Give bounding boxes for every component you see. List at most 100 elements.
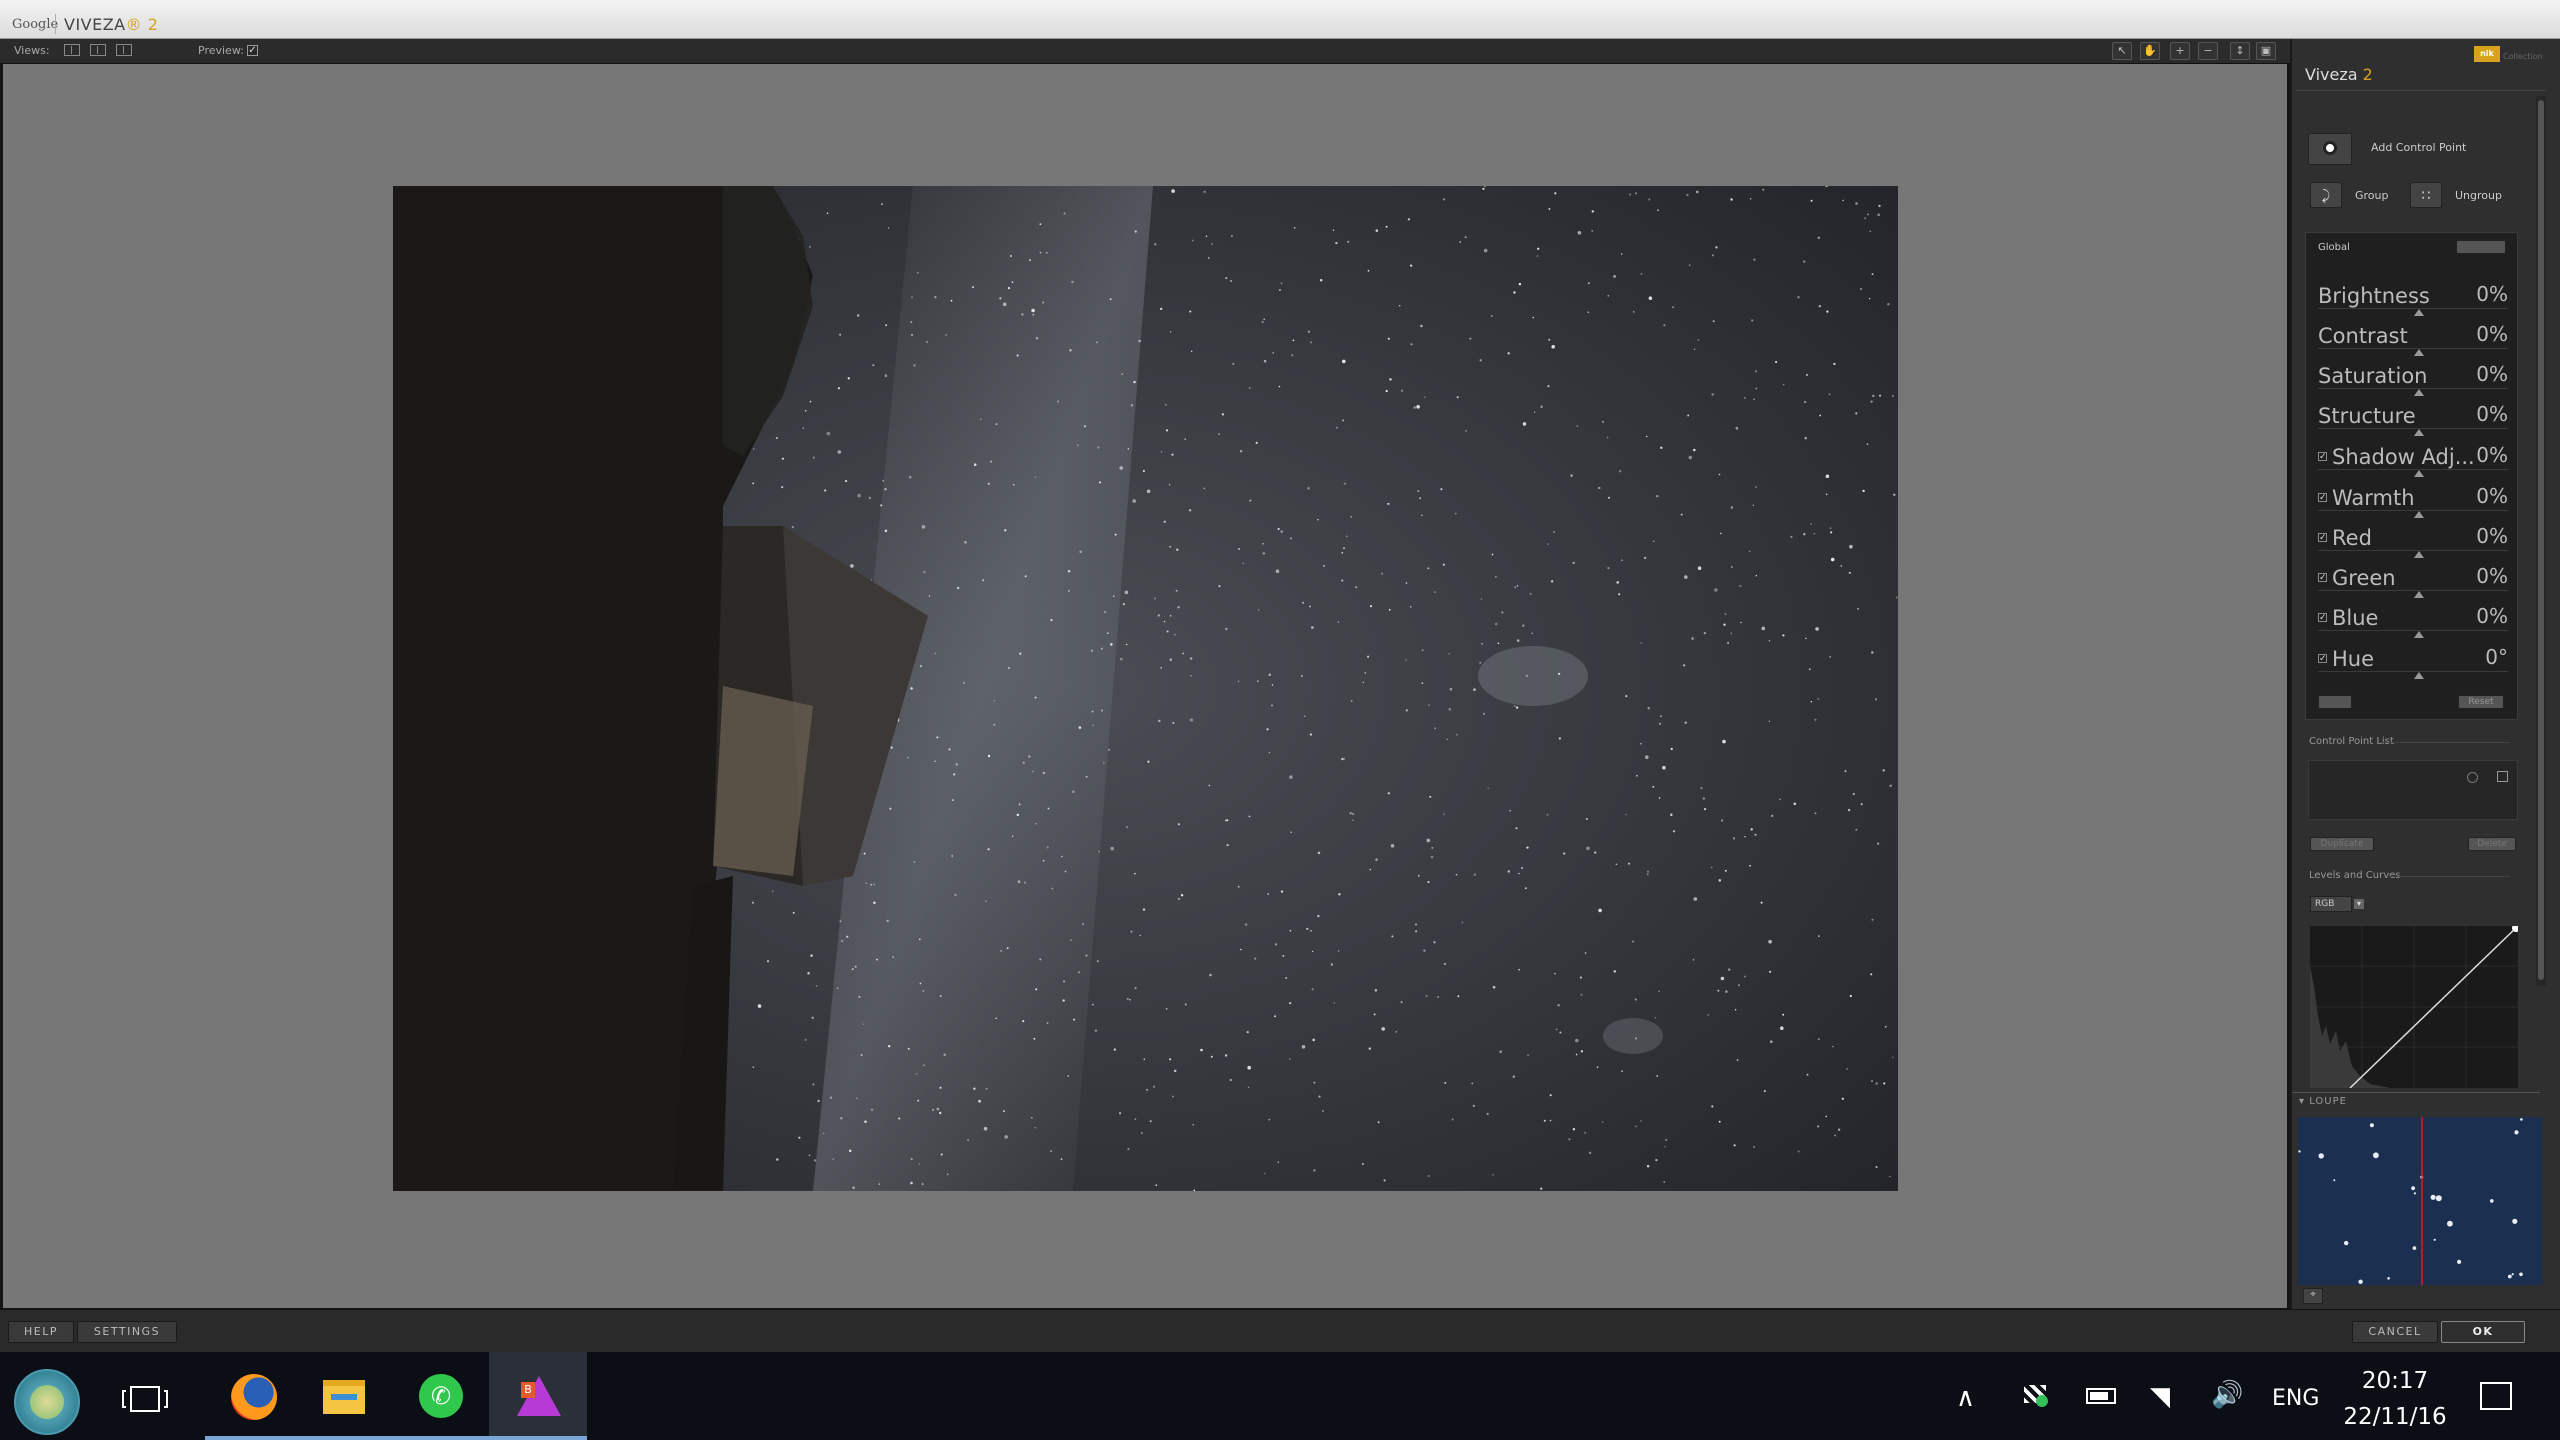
- preview-checkbox[interactable]: ✓: [247, 45, 258, 56]
- firefox-taskbar-button[interactable]: [205, 1352, 303, 1440]
- pointer-tool-icon[interactable]: ↖: [2112, 42, 2132, 60]
- adjustment-enable-checkbox[interactable]: ✓: [2318, 654, 2327, 664]
- delete-button[interactable]: Delete: [2468, 837, 2516, 851]
- volume-icon[interactable]: 🔊: [2211, 1380, 2243, 1410]
- zoom-out-icon[interactable]: −: [2198, 42, 2218, 60]
- show-details-button[interactable]: [2318, 695, 2352, 709]
- chevron-down-icon[interactable]: ▾: [2354, 899, 2364, 909]
- battery-icon[interactable]: [2086, 1388, 2116, 1404]
- adjustment-slider[interactable]: ✓ Blue 0%: [2318, 604, 2508, 644]
- action-center-icon[interactable]: [2480, 1382, 2512, 1410]
- slider-thumb[interactable]: [2414, 349, 2424, 356]
- show-hidden-icons-icon[interactable]: ∧: [1956, 1383, 1975, 1413]
- star: [1714, 588, 1718, 592]
- add-control-point-label[interactable]: Add Control Point: [2371, 141, 2466, 154]
- adjustment-enable-checkbox[interactable]: ✓: [2318, 493, 2327, 503]
- control-point-list-area[interactable]: [2308, 760, 2518, 820]
- slider-track[interactable]: [2318, 671, 2508, 672]
- loupe-view[interactable]: [2298, 1117, 2542, 1285]
- slider-track[interactable]: [2318, 630, 2508, 631]
- slider-thumb[interactable]: [2414, 511, 2424, 518]
- duplicate-button[interactable]: Duplicate: [2310, 837, 2374, 851]
- star: [815, 985, 818, 987]
- adjustment-slider[interactable]: ✓ Shadow Adj... 0%: [2318, 443, 2508, 483]
- fullscreen-icon[interactable]: ▣: [2256, 42, 2276, 60]
- add-control-point-button[interactable]: [2308, 133, 2352, 165]
- adjustment-enable-checkbox[interactable]: ✓: [2318, 573, 2327, 583]
- star: [1790, 535, 1793, 539]
- file-explorer-taskbar-button[interactable]: [295, 1352, 393, 1440]
- hand-tool-icon[interactable]: ✋: [2140, 42, 2160, 60]
- pin-loupe-icon[interactable]: ⌖: [2303, 1288, 2323, 1304]
- loupe-header[interactable]: ▾ LOUPE: [2299, 1096, 2347, 1107]
- slider-thumb[interactable]: [2414, 591, 2424, 598]
- slider-thumb[interactable]: [2414, 429, 2424, 436]
- adjustment-slider[interactable]: ✓ Red 0%: [2318, 524, 2508, 564]
- star: [884, 529, 888, 533]
- mask-icon[interactable]: [2497, 771, 2508, 782]
- adjustment-slider[interactable]: Saturation 0%: [2318, 362, 2508, 402]
- zoom-in-icon[interactable]: +: [2170, 42, 2190, 60]
- global-toggle-buttons[interactable]: [2456, 240, 2506, 254]
- ok-button[interactable]: OK: [2441, 1321, 2525, 1343]
- photo-preview[interactable]: [393, 186, 1898, 1191]
- star: [1310, 929, 1312, 932]
- task-view-icon[interactable]: [120, 1380, 170, 1424]
- slider-thumb[interactable]: [2414, 470, 2424, 477]
- slider-thumb[interactable]: [2414, 309, 2424, 316]
- slider-track[interactable]: [2318, 428, 2508, 429]
- cancel-button[interactable]: CANCEL: [2352, 1321, 2438, 1343]
- slider-track[interactable]: [2318, 308, 2508, 309]
- ungroup-button-label[interactable]: Ungroup: [2455, 189, 2502, 202]
- slider-thumb[interactable]: [2414, 551, 2424, 558]
- star: [1893, 493, 1896, 496]
- star: [1029, 259, 1031, 261]
- adjustment-slider[interactable]: ✓ Green 0%: [2318, 564, 2508, 604]
- start-button[interactable]: [14, 1369, 80, 1435]
- slider-track[interactable]: [2318, 348, 2508, 349]
- fit-to-screen-icon[interactable]: ↕: [2230, 42, 2250, 60]
- ungroup-icon[interactable]: ∷: [2410, 182, 2442, 208]
- group-button-label[interactable]: Group: [2355, 189, 2389, 202]
- star: [1739, 584, 1742, 588]
- adjustment-slider[interactable]: Contrast 0%: [2318, 322, 2508, 362]
- group-icon[interactable]: ⤸: [2310, 182, 2342, 208]
- adjustment-enable-checkbox[interactable]: ✓: [2318, 613, 2327, 623]
- slider-thumb[interactable]: [2414, 389, 2424, 396]
- whatsapp-taskbar-button[interactable]: ✆: [392, 1352, 490, 1440]
- split-view-button[interactable]: [90, 44, 106, 56]
- star: [1606, 436, 1609, 439]
- clock-time[interactable]: 20:17: [2340, 1368, 2450, 1394]
- language-indicator[interactable]: ENG: [2272, 1386, 2319, 1411]
- star: [1237, 885, 1240, 888]
- side-by-side-view-button[interactable]: [116, 44, 132, 56]
- adjustment-enable-checkbox[interactable]: ✓: [2318, 533, 2327, 543]
- curves-graph[interactable]: [2310, 924, 2520, 1089]
- slider-track[interactable]: [2318, 388, 2508, 389]
- star: [1091, 710, 1094, 713]
- levels-curves-header[interactable]: Levels and Curves: [2309, 870, 2401, 881]
- dropbox-icon[interactable]: [2022, 1383, 2050, 1407]
- slider-thumb[interactable]: [2414, 672, 2424, 679]
- slider-thumb[interactable]: [2414, 631, 2424, 638]
- adjustment-slider[interactable]: Brightness 0%: [2318, 282, 2508, 322]
- adjustment-slider[interactable]: ✓ Hue 0°: [2318, 645, 2508, 685]
- single-view-button[interactable]: [64, 44, 80, 56]
- slider-track[interactable]: [2318, 469, 2508, 470]
- reset-button[interactable]: Reset: [2458, 695, 2504, 709]
- adjustment-label: Green: [2332, 566, 2396, 590]
- adjustment-slider[interactable]: Structure 0%: [2318, 402, 2508, 442]
- panel-scrollbar-thumb[interactable]: [2538, 100, 2544, 980]
- slider-track[interactable]: [2318, 590, 2508, 591]
- adjustment-slider[interactable]: ✓ Warmth 0%: [2318, 484, 2508, 524]
- affinity-photo-taskbar-button[interactable]: B: [489, 1352, 587, 1440]
- slider-track[interactable]: [2318, 510, 2508, 511]
- wifi-icon[interactable]: ◥: [2150, 1382, 2170, 1412]
- channel-select[interactable]: RGB: [2310, 896, 2352, 912]
- slider-track[interactable]: [2318, 550, 2508, 551]
- adjustment-enable-checkbox[interactable]: ✓: [2318, 452, 2327, 462]
- visibility-icon[interactable]: [2467, 772, 2478, 783]
- settings-button[interactable]: SETTINGS: [77, 1321, 177, 1343]
- clock-date[interactable]: 22/11/16: [2335, 1404, 2455, 1430]
- help-button[interactable]: HELP: [8, 1321, 74, 1343]
